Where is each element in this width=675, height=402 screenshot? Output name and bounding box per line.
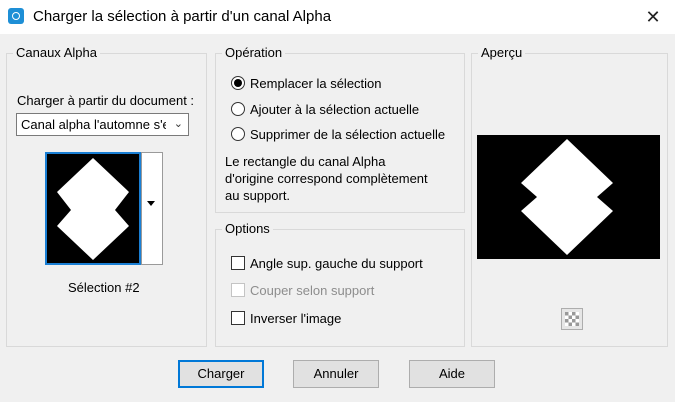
preview-legend: Aperçu bbox=[478, 45, 526, 60]
checkerboard-icon[interactable] bbox=[561, 308, 583, 330]
checkbox-top-left-corner[interactable] bbox=[231, 256, 245, 270]
checkbox-crop-to-canvas-label: Couper selon support bbox=[250, 283, 375, 298]
app-icon bbox=[8, 8, 24, 24]
title-bar: Charger la sélection à partir d'un canal… bbox=[0, 0, 675, 34]
preview-canvas bbox=[477, 135, 660, 259]
selection-shape bbox=[57, 158, 129, 260]
radio-add-label[interactable]: Ajouter à la sélection actuelle bbox=[250, 102, 419, 117]
options-legend: Options bbox=[222, 221, 273, 236]
chevron-down-icon: ⌄ bbox=[173, 118, 183, 130]
checkbox-top-left-corner-label[interactable]: Angle sup. gauche du support bbox=[250, 256, 423, 271]
operation-note-line-3: au support. bbox=[225, 188, 291, 203]
cancel-button[interactable]: Annuler bbox=[293, 360, 379, 388]
radio-replace-selection[interactable] bbox=[231, 76, 245, 90]
operation-legend: Opération bbox=[222, 45, 286, 60]
operation-note-line-2: d'origine correspond complètement bbox=[225, 171, 428, 186]
checkbox-crop-to-canvas bbox=[231, 283, 245, 297]
radio-add-selection[interactable] bbox=[231, 102, 245, 116]
alpha-channels-legend: Canaux Alpha bbox=[13, 45, 100, 60]
checkbox-invert-image-label[interactable]: Inverser l'image bbox=[250, 311, 341, 326]
load-from-document-label: Charger à partir du document : bbox=[17, 93, 195, 108]
radio-replace-label[interactable]: Remplacer la sélection bbox=[250, 76, 382, 91]
selection-thumbnail[interactable] bbox=[45, 152, 141, 265]
document-select-value: Canal alpha l'automne s'e bbox=[21, 117, 166, 132]
selection-name-label: Sélection #2 bbox=[68, 280, 140, 295]
window-title: Charger la sélection à partir d'un canal… bbox=[33, 8, 332, 25]
dropdown-arrow-icon bbox=[147, 201, 155, 206]
load-button[interactable]: Charger bbox=[178, 360, 264, 388]
preview-selection-shape bbox=[521, 139, 613, 255]
radio-subtract-label[interactable]: Supprimer de la sélection actuelle bbox=[250, 127, 445, 142]
help-button[interactable]: Aide bbox=[409, 360, 495, 388]
radio-subtract-selection[interactable] bbox=[231, 127, 245, 141]
operation-note-line-1: Le rectangle du canal Alpha bbox=[225, 154, 386, 169]
close-icon[interactable]: ✕ bbox=[641, 6, 665, 28]
document-select[interactable]: Canal alpha l'automne s'e ⌄ bbox=[16, 113, 189, 136]
thumbnail-dropdown-button[interactable] bbox=[141, 152, 163, 265]
checkbox-invert-image[interactable] bbox=[231, 311, 245, 325]
